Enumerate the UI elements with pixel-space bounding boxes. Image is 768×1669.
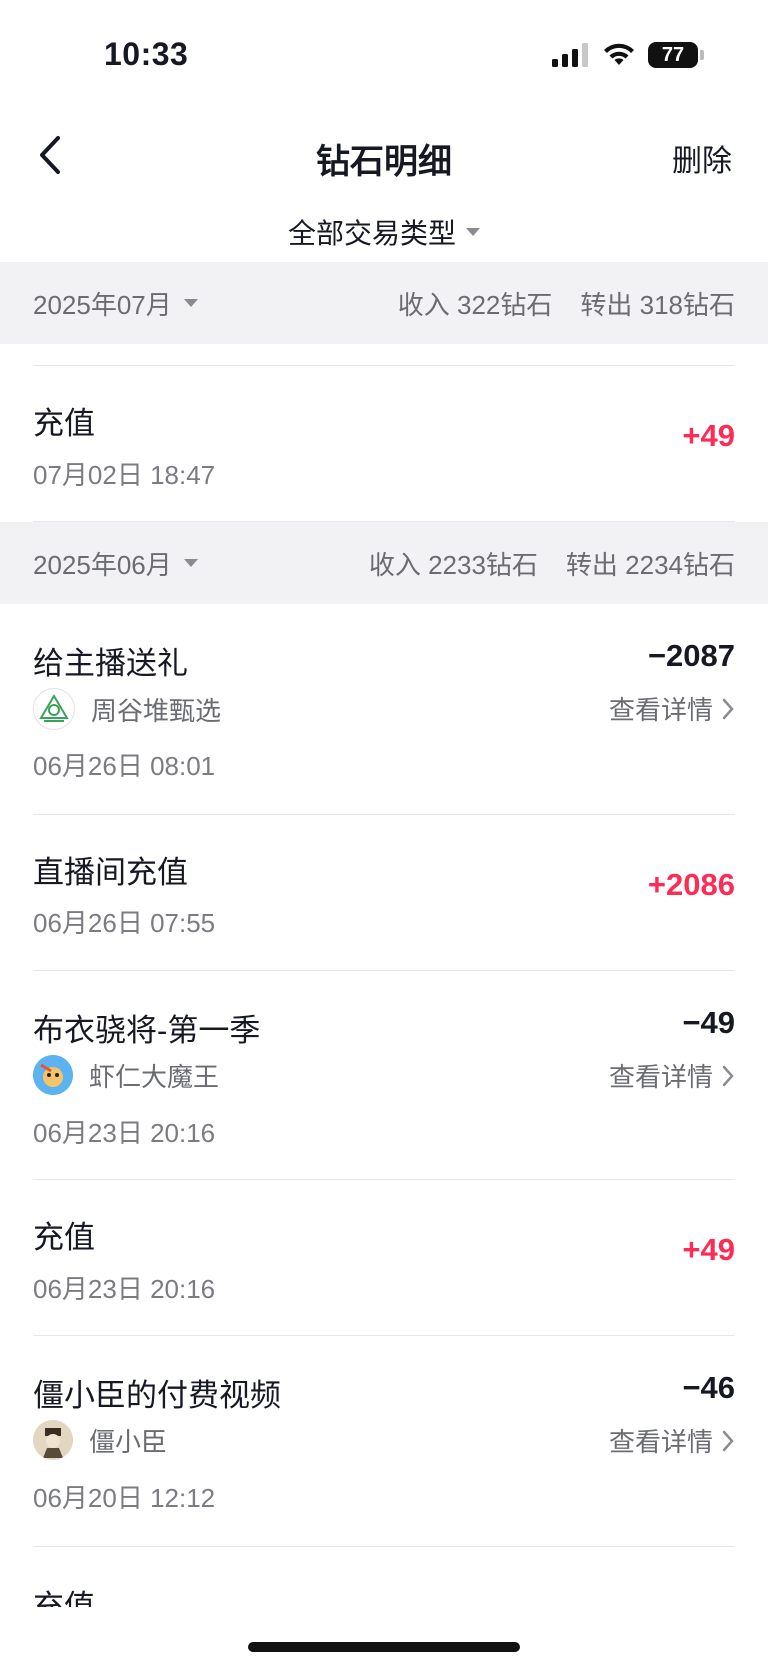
nav-bar: 钻石明细 删除 — [0, 110, 768, 200]
caret-down-icon — [466, 228, 480, 236]
status-bar: 10:33 77 — [0, 0, 768, 110]
recipient-name: 僵小臣 — [89, 1426, 168, 1457]
chevron-right-icon — [722, 698, 734, 719]
month-selector[interactable]: 2025年06月 — [33, 522, 198, 604]
transaction-amount: −46 — [682, 1370, 735, 1405]
transaction-date: 07月02日 18:47 — [33, 460, 216, 490]
battery-icon: 77 — [648, 42, 704, 68]
home-indicator[interactable] — [248, 1642, 520, 1652]
battery-cap — [700, 50, 704, 60]
month-income: 收入 322钻石 — [397, 289, 553, 320]
details-label: 查看详情 — [608, 1062, 713, 1092]
chevron-right-icon — [722, 1065, 734, 1086]
transaction-row[interactable]: 充值 07月02日 18:47 +49 — [0, 366, 768, 522]
recipient: 虾仁大魔王 — [33, 1055, 219, 1095]
month-header: 2025年06月 收入 2233钻石 转出 2234钻石 — [0, 522, 768, 604]
filter-label: 全部交易类型 — [287, 218, 456, 249]
transaction-title: 充值 — [33, 1589, 95, 1607]
page-title: 钻石明细 — [316, 143, 452, 181]
signal-icon — [552, 43, 588, 67]
transaction-title: 充值 — [33, 1220, 95, 1255]
transaction-row[interactable]: 僵小臣的付费视频 −46 僵小臣 查看详情 06月20日 12:12 — [0, 1336, 768, 1546]
transaction-title: 给主播送礼 — [33, 646, 188, 681]
avatar — [33, 688, 75, 730]
transaction-amount: +49 — [682, 418, 735, 453]
caret-down-icon — [183, 299, 198, 307]
view-details-link[interactable]: 查看详情 — [609, 1057, 735, 1094]
transaction-title: 直播间充值 — [33, 855, 188, 890]
transaction-date: 06月20日 12:12 — [33, 1483, 216, 1513]
avatar — [33, 1420, 73, 1460]
month-label: 2025年06月 — [33, 549, 172, 580]
view-details-link[interactable]: 查看详情 — [609, 690, 735, 727]
recipient-name: 虾仁大魔王 — [89, 1061, 220, 1092]
recipient: 僵小臣 — [33, 1420, 167, 1460]
cartoon-avatar-icon — [33, 1055, 73, 1095]
transaction-title: 充值 — [33, 406, 95, 441]
month-summary: 收入 2233钻石 转出 2234钻石 — [369, 522, 735, 604]
store-logo-icon — [39, 694, 69, 722]
month-header: 2025年07月 收入 322钻石 转出 318钻石 — [0, 262, 768, 344]
recipient-name: 周谷堆甄选 — [91, 695, 222, 726]
view-details-link[interactable]: 查看详情 — [609, 1422, 735, 1459]
transaction-type-filter[interactable]: 全部交易类型 — [0, 208, 768, 256]
transaction-amount: −2087 — [647, 638, 735, 673]
delete-button[interactable]: 删除 — [672, 136, 732, 180]
transaction-amount: −49 — [682, 1005, 735, 1040]
transaction-row[interactable]: 充值 — [0, 1547, 768, 1607]
month-selector[interactable]: 2025年07月 — [33, 262, 198, 344]
portrait-avatar-icon — [33, 1420, 73, 1460]
battery-level: 77 — [661, 43, 685, 66]
wifi-icon — [604, 43, 634, 65]
transaction-date: 06月26日 07:55 — [33, 908, 216, 938]
transaction-row[interactable]: 直播间充值 06月26日 07:55 +2086 — [0, 815, 768, 970]
recipient: 周谷堆甄选 — [33, 688, 221, 730]
transaction-date: 06月23日 20:16 — [33, 1118, 216, 1148]
avatar — [33, 1055, 73, 1095]
month-label: 2025年07月 — [33, 289, 172, 320]
details-label: 查看详情 — [608, 1427, 713, 1457]
chevron-right-icon — [722, 1430, 734, 1451]
transaction-title: 僵小臣的付费视频 — [33, 1378, 281, 1413]
transaction-title: 布衣骁将-第一季 — [33, 1013, 261, 1048]
transaction-amount: +2086 — [647, 867, 735, 902]
status-icons: 77 — [552, 42, 704, 68]
transaction-amount: +49 — [682, 1232, 735, 1267]
transaction-date: 06月26日 08:01 — [33, 751, 216, 781]
transaction-row[interactable]: 充值 06月23日 20:16 +49 — [0, 1180, 768, 1336]
status-time: 10:33 — [104, 36, 189, 72]
transaction-row[interactable]: 布衣骁将-第一季 −49 虾仁大魔王 查看详情 06月23日 20:16 — [0, 971, 768, 1179]
month-transfer: 转出 318钻石 — [580, 289, 735, 320]
month-income: 收入 2233钻石 — [368, 549, 538, 580]
transaction-row[interactable]: 给主播送礼 −2087 周谷堆甄选 查看详情 06月26日 08:01 — [0, 604, 768, 814]
month-transfer: 转出 2234钻石 — [565, 549, 735, 580]
caret-down-icon — [183, 559, 198, 567]
month-summary: 收入 322钻石 转出 318钻石 — [398, 262, 735, 344]
details-label: 查看详情 — [608, 695, 713, 725]
transaction-date: 06月23日 20:16 — [33, 1274, 216, 1304]
